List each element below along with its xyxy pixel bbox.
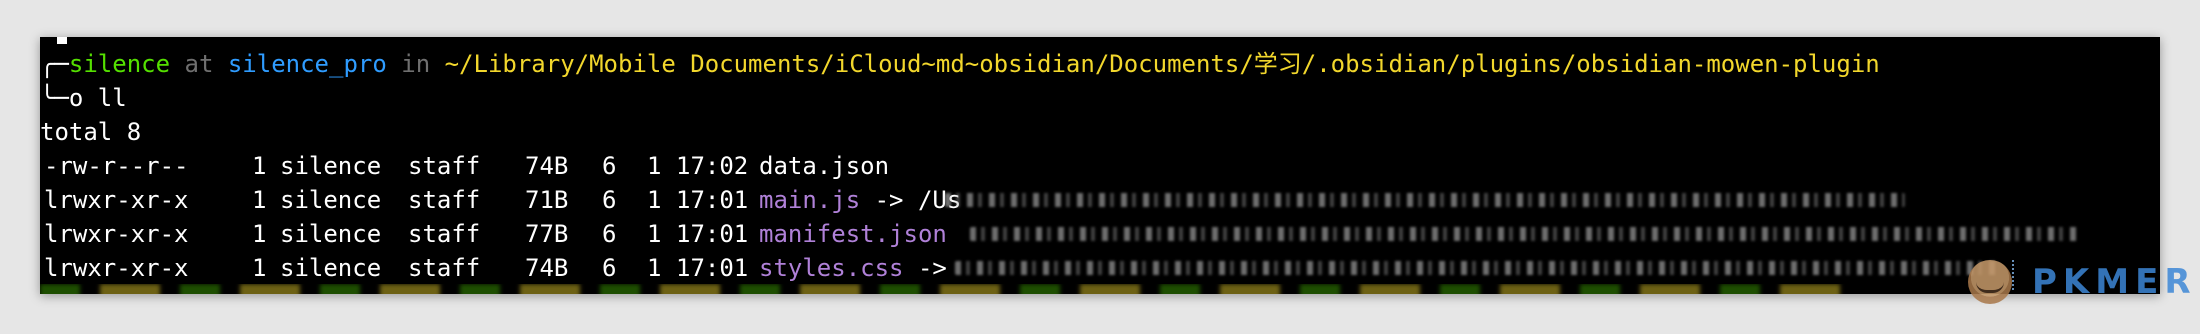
row-month: 6: [602, 152, 617, 180]
row-filename-text: styles.css: [759, 254, 904, 282]
cursor-remnant: [57, 37, 67, 44]
prompt-user: silence: [68, 50, 171, 78]
row-time: 17:01: [676, 254, 749, 282]
row-user: silence: [280, 254, 382, 282]
row-size: 74B: [525, 254, 569, 282]
prompt-in: in: [386, 50, 445, 78]
row-group: staff: [408, 220, 481, 248]
cut-off-prompt-blur: [40, 284, 1840, 294]
row-time: 17:01: [676, 220, 749, 248]
row-filename-text: data.json: [759, 152, 890, 180]
listing-row: lrwxr-xr-x 1 silence staff 77B 6 1 17:01…: [40, 217, 2160, 251]
total-text: total 8: [40, 118, 142, 146]
row-month: 6: [602, 254, 617, 282]
row-user: silence: [280, 220, 382, 248]
row-time: 17:02: [676, 152, 749, 180]
row-links: 1: [252, 186, 267, 214]
row-day: 1: [647, 186, 662, 214]
row-day: 1: [647, 254, 662, 282]
total-line: total 8: [40, 115, 141, 149]
row-group: staff: [408, 152, 481, 180]
listing-row: -rw-r--r-- 1 silence staff 74B 6 1 17:02…: [40, 149, 2160, 183]
prompt-path: ~/Library/Mobile Documents/iCloud~md~obs…: [444, 50, 1880, 78]
row-size: 71B: [525, 186, 569, 214]
watermark-text: PKMER: [2032, 262, 2197, 302]
row-size: 74B: [525, 152, 569, 180]
row-month: 6: [602, 220, 617, 248]
prompt-box-bottom: ╰─o: [40, 84, 98, 112]
listing-row: lrwxr-xr-x 1 silence staff 71B 6 1 17:01…: [40, 183, 2160, 217]
row-user: silence: [280, 186, 382, 214]
prompt-host: silence_pro: [227, 50, 387, 78]
redacted-path-blur: [955, 261, 2000, 275]
redacted-path-blur: [945, 193, 1905, 207]
listing-row: lrwxr-xr-x 1 silence staff 74B 6 1 17:01…: [40, 251, 2160, 285]
row-filename-text: main.js: [759, 186, 861, 214]
screenshot-frame: ╭─silence at silence_pro in ~/Library/Mo…: [0, 0, 2200, 334]
prompt-box-top: ╭─: [40, 50, 69, 78]
terminal-window[interactable]: ╭─silence at silence_pro in ~/Library/Mo…: [40, 37, 2160, 294]
row-permissions: lrwxr-xr-x: [44, 186, 189, 214]
prompt-at: at: [170, 50, 228, 78]
row-filename: main.js -> /Us: [759, 183, 961, 217]
row-day: 1: [647, 220, 662, 248]
row-user: silence: [280, 152, 382, 180]
row-size: 77B: [525, 220, 569, 248]
row-group: staff: [408, 254, 481, 282]
row-filename-text: manifest.json: [759, 220, 947, 248]
row-filename: data.json: [759, 149, 889, 183]
row-filename: manifest.json: [759, 217, 947, 251]
redacted-path-blur: [970, 227, 2080, 241]
pkmer-watermark: PKMER: [1968, 254, 2197, 310]
row-group: staff: [408, 186, 481, 214]
row-symlink-target: ->: [903, 254, 962, 282]
pkmer-logo-icon: [1968, 260, 2012, 304]
command-text: ll: [97, 84, 127, 112]
command-line[interactable]: ╰─o ll: [40, 81, 127, 115]
row-month: 6: [602, 186, 617, 214]
row-filename: styles.css ->: [759, 251, 961, 285]
next-prompt-partial: [40, 284, 2160, 294]
row-links: 1: [252, 220, 267, 248]
row-links: 1: [252, 254, 267, 282]
row-time: 17:01: [676, 186, 749, 214]
row-permissions: -rw-r--r--: [44, 152, 189, 180]
row-permissions: lrwxr-xr-x: [44, 254, 189, 282]
row-day: 1: [647, 152, 662, 180]
logo-spark-icon: [2012, 260, 2024, 290]
row-links: 1: [252, 152, 267, 180]
row-permissions: lrwxr-xr-x: [44, 220, 189, 248]
prompt-line: ╭─silence at silence_pro in ~/Library/Mo…: [40, 47, 1880, 81]
